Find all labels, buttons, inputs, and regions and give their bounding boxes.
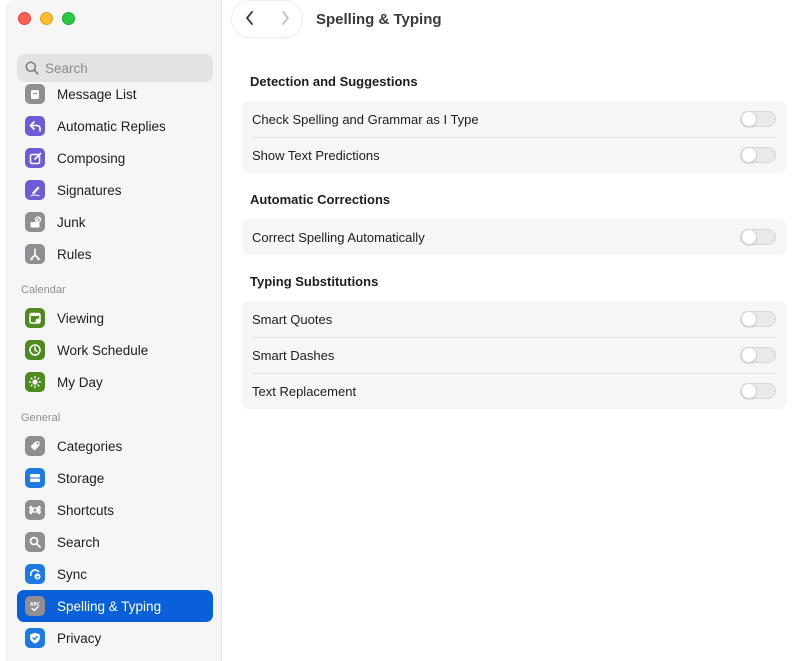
magnifier-icon xyxy=(25,532,45,552)
zoom-window-button[interactable] xyxy=(62,12,75,25)
setting-label: Check Spelling and Grammar as I Type xyxy=(252,111,479,127)
back-button[interactable] xyxy=(244,10,256,29)
rules-icon xyxy=(25,244,45,264)
abc-check-icon: ABC xyxy=(25,596,45,616)
toggle-knob xyxy=(741,311,757,327)
navigation-buttons xyxy=(232,1,302,37)
sidebar-item-label: Shortcuts xyxy=(57,502,115,518)
toggle-smart-quotes[interactable] xyxy=(740,311,776,327)
sidebar-item-label: My Day xyxy=(57,374,103,390)
section-label-calendar: Calendar xyxy=(21,284,66,296)
sidebar-item-label: Rules xyxy=(57,246,92,262)
calendar-view-icon xyxy=(25,308,45,328)
sidebar-item-label: Sync xyxy=(57,566,88,582)
sidebar-item-storage[interactable]: Storage xyxy=(17,462,213,494)
sidebar-item-label: Composing xyxy=(57,150,126,166)
sidebar-item-label: Signatures xyxy=(57,182,122,198)
setting-row-smart-dashes: Smart Dashes xyxy=(242,337,786,373)
command-icon xyxy=(25,500,45,520)
sidebar-item-label: Junk xyxy=(57,214,86,230)
sidebar-item-label: Spelling & Typing xyxy=(57,598,162,614)
sidebar-item-sync[interactable]: Sync xyxy=(17,558,213,590)
sidebar-item-label: Work Schedule xyxy=(57,342,149,358)
sidebar-item-my-day[interactable]: My Day xyxy=(17,366,213,398)
chevron-left-icon xyxy=(245,10,253,25)
sidebar-item-automatic-replies[interactable]: Automatic Replies xyxy=(17,110,213,142)
group-title-typing-substitutions: Typing Substitutions xyxy=(250,274,379,289)
sidebar-item-junk[interactable]: Junk xyxy=(17,206,213,238)
toggle-knob xyxy=(741,147,757,163)
reply-arrow-icon xyxy=(25,116,45,136)
sidebar-item-search[interactable]: Search xyxy=(17,526,213,558)
svg-text:ABC: ABC xyxy=(30,602,41,608)
group-title-automatic-corrections: Automatic Corrections xyxy=(250,192,391,207)
sidebar-item-composing[interactable]: Composing xyxy=(17,142,213,174)
sidebar-item-viewing[interactable]: Viewing xyxy=(17,302,213,334)
setting-row-show-text-predictions: Show Text Predictions xyxy=(242,137,786,173)
sidebar-item-rules[interactable]: Rules xyxy=(17,238,213,270)
setting-label: Show Text Predictions xyxy=(252,147,380,163)
chevron-right-icon xyxy=(281,10,289,25)
settings-group-typing-substitutions: Smart Quotes Smart Dashes Text Replacement xyxy=(242,301,786,409)
toggle-smart-dashes[interactable] xyxy=(740,347,776,363)
settings-content: Detection and Suggestions Check Spelling … xyxy=(242,74,786,428)
settings-window: Search Message List Automatic Replies Comp… xyxy=(0,0,798,661)
setting-label: Correct Spelling Automatically xyxy=(252,229,425,245)
sidebar-item-label: Search xyxy=(57,534,100,550)
toggle-knob xyxy=(741,111,757,127)
sidebar-item-label: Automatic Replies xyxy=(57,118,166,134)
toggle-show-text-predictions[interactable] xyxy=(740,147,776,163)
sidebar-item-label: Storage xyxy=(57,470,105,486)
sidebar-item-signatures[interactable]: Signatures xyxy=(17,174,213,206)
tag-icon xyxy=(25,436,45,456)
signature-pen-icon xyxy=(25,180,45,200)
sync-icon xyxy=(25,564,45,584)
close-window-button[interactable] xyxy=(18,12,31,25)
sidebar-item-privacy[interactable]: Privacy xyxy=(17,622,213,654)
junk-icon xyxy=(25,212,45,232)
sun-icon xyxy=(25,372,45,392)
sidebar-item-message-list[interactable]: Message List xyxy=(17,78,213,110)
setting-row-text-replacement: Text Replacement xyxy=(242,373,786,409)
toggle-knob xyxy=(741,229,757,245)
group-title-detection-and-suggestions: Detection and Suggestions xyxy=(250,74,418,89)
toggle-knob xyxy=(741,347,757,363)
page-title: Spelling & Typing xyxy=(316,11,442,28)
search-icon xyxy=(25,61,39,75)
sidebar-item-spelling-typing[interactable]: ABC Spelling & Typing xyxy=(17,590,213,622)
settings-group-detection-and-suggestions: Check Spelling and Grammar as I Type Show… xyxy=(242,101,786,173)
sidebar-item-label: Viewing xyxy=(57,310,105,326)
settings-group-automatic-corrections: Correct Spelling Automatically xyxy=(242,219,786,255)
setting-row-check-spelling-and-grammar-as-i-type: Check Spelling and Grammar as I Type xyxy=(242,101,786,137)
compose-icon xyxy=(25,148,45,168)
sidebar: Search Message List Automatic Replies Comp… xyxy=(6,0,222,661)
sidebar-item-shortcuts[interactable]: Shortcuts xyxy=(17,494,213,526)
clock-icon xyxy=(25,340,45,360)
sidebar-item-label: Privacy xyxy=(57,630,102,646)
sidebar-item-categories[interactable]: Categories xyxy=(17,430,213,462)
toggle-text-replacement[interactable] xyxy=(740,383,776,399)
setting-label: Smart Quotes xyxy=(252,311,333,327)
toggle-knob xyxy=(741,383,757,399)
storage-icon xyxy=(25,468,45,488)
minimize-window-button[interactable] xyxy=(40,12,53,25)
toggle-correct-spelling-automatically[interactable] xyxy=(740,229,776,245)
sidebar-item-label: Categories xyxy=(57,438,123,454)
message-list-icon xyxy=(25,84,45,104)
setting-label: Text Replacement xyxy=(252,383,357,399)
setting-label: Smart Dashes xyxy=(252,347,335,363)
sidebar-item-work-schedule[interactable]: Work Schedule xyxy=(17,334,213,366)
toggle-check-spelling-and-grammar-as-i-type[interactable] xyxy=(740,111,776,127)
forward-button[interactable] xyxy=(279,10,291,29)
shield-icon xyxy=(25,628,45,648)
search-placeholder: Search xyxy=(45,60,88,76)
setting-row-correct-spelling-automatically: Correct Spelling Automatically xyxy=(242,219,786,255)
section-label-general: General xyxy=(21,412,61,424)
window-controls xyxy=(18,12,75,25)
sidebar-nav: Message List Automatic Replies Composing Si… xyxy=(17,78,213,654)
sidebar-item-label: Message List xyxy=(57,86,137,102)
setting-row-smart-quotes: Smart Quotes xyxy=(242,301,786,337)
